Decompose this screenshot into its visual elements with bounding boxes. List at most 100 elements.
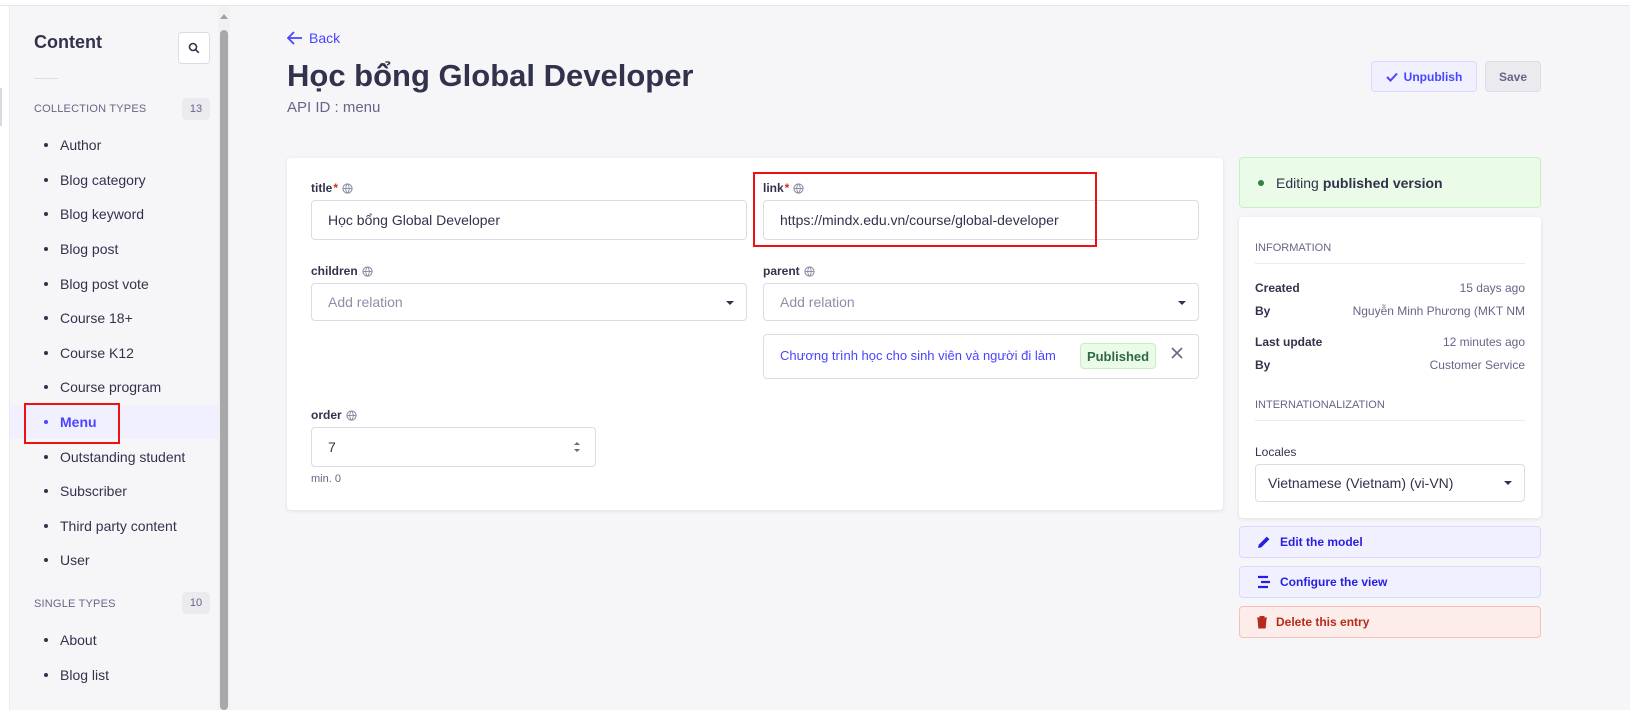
sidebar-item-course-k12[interactable]: Course K12: [10, 336, 226, 371]
bullet: [44, 281, 48, 286]
save-button[interactable]: Save: [1485, 61, 1541, 92]
sidebar-item-label: User: [60, 552, 90, 569]
order-field-label: order: [311, 408, 357, 422]
layout-icon: [1258, 575, 1270, 589]
back-label: Back: [309, 30, 341, 46]
information-heading: INFORMATION: [1255, 242, 1332, 254]
highlight-box-menu: [24, 403, 120, 444]
scroll-up-arrow[interactable]: [220, 14, 228, 19]
globe-icon: [804, 265, 815, 277]
sidebar-item-blog-post[interactable]: Blog post: [10, 232, 226, 267]
title-input[interactable]: Học bổng Global Developer: [311, 200, 747, 240]
highlight-box-link: [753, 172, 1097, 247]
bullet: [44, 385, 48, 390]
field-label-text: order: [311, 408, 342, 422]
sidebar-item-course-18[interactable]: Course 18+: [10, 301, 226, 336]
stepper-icon[interactable]: [573, 440, 581, 457]
delete-entry-button[interactable]: Delete this entry: [1239, 606, 1541, 638]
locale-select[interactable]: Vietnamese (Vietnam) (vi-VN): [1255, 464, 1525, 502]
arrow-left-icon: [287, 31, 302, 45]
sidebar-item-label: Blog post vote: [60, 275, 149, 292]
sidebar-item-blog-category[interactable]: Blog category: [10, 163, 226, 198]
sidebar-scrollbar[interactable]: [218, 6, 230, 710]
order-number-input[interactable]: 7: [311, 427, 596, 467]
children-relation-select[interactable]: Add relation: [311, 283, 747, 321]
sidebar-item-label: Blog keyword: [60, 206, 145, 223]
edit-form-card: title * Học bổng Global Developer link * h…: [287, 158, 1223, 510]
select-placeholder: Add relation: [780, 294, 855, 310]
parent-field-label: parent: [763, 264, 815, 278]
editing-prefix: Editing: [1276, 174, 1319, 191]
sidebar-item-label: Third party content: [60, 517, 177, 534]
sidebar-item-user[interactable]: User: [10, 543, 226, 578]
parent-relation-link[interactable]: Chương trình học cho sinh viên và người …: [780, 348, 1056, 363]
locales-label: Locales: [1255, 445, 1297, 459]
updated-by-value: Customer Service: [1429, 358, 1525, 372]
pencil-icon: [1258, 536, 1270, 548]
configure-view-label: Configure the view: [1280, 575, 1388, 589]
last-update-value: 12 minutes ago: [1442, 335, 1525, 349]
rail-active-marker: [0, 88, 2, 126]
unpublish-button[interactable]: Unpublish: [1371, 61, 1477, 92]
chevron-down-icon: [1504, 481, 1512, 485]
delete-entry-label: Delete this entry: [1276, 615, 1370, 629]
sidebar-item-subscriber[interactable]: Subscriber: [10, 474, 226, 509]
sidebar-item-blog-list[interactable]: Blog list: [10, 658, 226, 693]
chevron-down-icon: [726, 301, 734, 305]
collection-types-list: Author Blog category Blog keyword Blog p…: [10, 128, 226, 578]
select-placeholder: Add relation: [328, 294, 403, 310]
bullet: [44, 558, 48, 563]
editing-version: published version: [1322, 174, 1443, 191]
edit-model-button[interactable]: Edit the model: [1239, 526, 1541, 558]
sidebar-item-third-party-content[interactable]: Third party content: [10, 509, 226, 544]
collection-types-count: 13: [182, 98, 210, 120]
bullet: [44, 350, 48, 355]
sidebar-item-label: Blog list: [60, 666, 110, 683]
globe-icon: [342, 182, 353, 194]
last-update-label: Last update: [1255, 335, 1323, 349]
sidebar-item-author[interactable]: Author: [10, 128, 226, 163]
sidebar-item-label: Course K12: [60, 344, 134, 361]
bullet: [44, 489, 48, 494]
parent-relation-select[interactable]: Add relation: [763, 283, 1199, 321]
main-nav-rail: [0, 6, 10, 710]
bullet: [44, 672, 48, 677]
sidebar-item-outstanding-student[interactable]: Outstanding student: [10, 439, 226, 474]
parent-relation-item: Chương trình học cho sinh viên và người …: [763, 334, 1199, 379]
scrollbar-thumb[interactable]: [220, 30, 228, 710]
information-panel: INFORMATION Created 15 days ago By Nguyễ…: [1239, 217, 1541, 518]
content-sidebar: Content COLLECTION TYPES 13 Author Blog …: [10, 6, 226, 710]
sidebar-item-about[interactable]: About: [10, 623, 226, 658]
trash-icon: [1257, 616, 1267, 629]
bullet: [44, 638, 48, 643]
bullet: [44, 212, 48, 217]
configure-view-button[interactable]: Configure the view: [1239, 566, 1541, 598]
back-link[interactable]: Back: [287, 30, 340, 46]
children-field-label: children: [311, 264, 373, 278]
sidebar-item-course-program[interactable]: Course program: [10, 370, 226, 405]
created-by-label: By: [1255, 304, 1271, 318]
sidebar-item-blog-keyword[interactable]: Blog keyword: [10, 197, 226, 232]
edit-model-label: Edit the model: [1280, 535, 1363, 549]
collection-types-heading: COLLECTION TYPES: [34, 103, 147, 115]
page-title: Học bổng Global Developer: [287, 58, 694, 93]
browser-top-strip: [0, 0, 1630, 6]
check-icon: [1385, 72, 1398, 82]
bullet: [44, 523, 48, 528]
title-field-label: title *: [311, 181, 353, 195]
required-mark: *: [333, 181, 339, 195]
updated-by-label: By: [1255, 358, 1271, 372]
sidebar-item-label: About: [60, 632, 97, 649]
sidebar-item-label: Blog post: [60, 241, 119, 258]
field-label-text: children: [311, 264, 358, 278]
close-icon[interactable]: [1170, 346, 1184, 365]
locale-value: Vietnamese (Vietnam) (vi-VN): [1268, 475, 1454, 491]
bullet: [44, 454, 48, 459]
sidebar-item-label: Blog category: [60, 171, 146, 188]
bullet: [44, 316, 48, 321]
single-types-heading: SINGLE TYPES: [34, 598, 116, 610]
sidebar-search-button[interactable]: [178, 32, 210, 64]
search-icon: [188, 42, 200, 54]
order-value: 7: [328, 439, 336, 455]
sidebar-item-blog-post-vote[interactable]: Blog post vote: [10, 266, 226, 301]
